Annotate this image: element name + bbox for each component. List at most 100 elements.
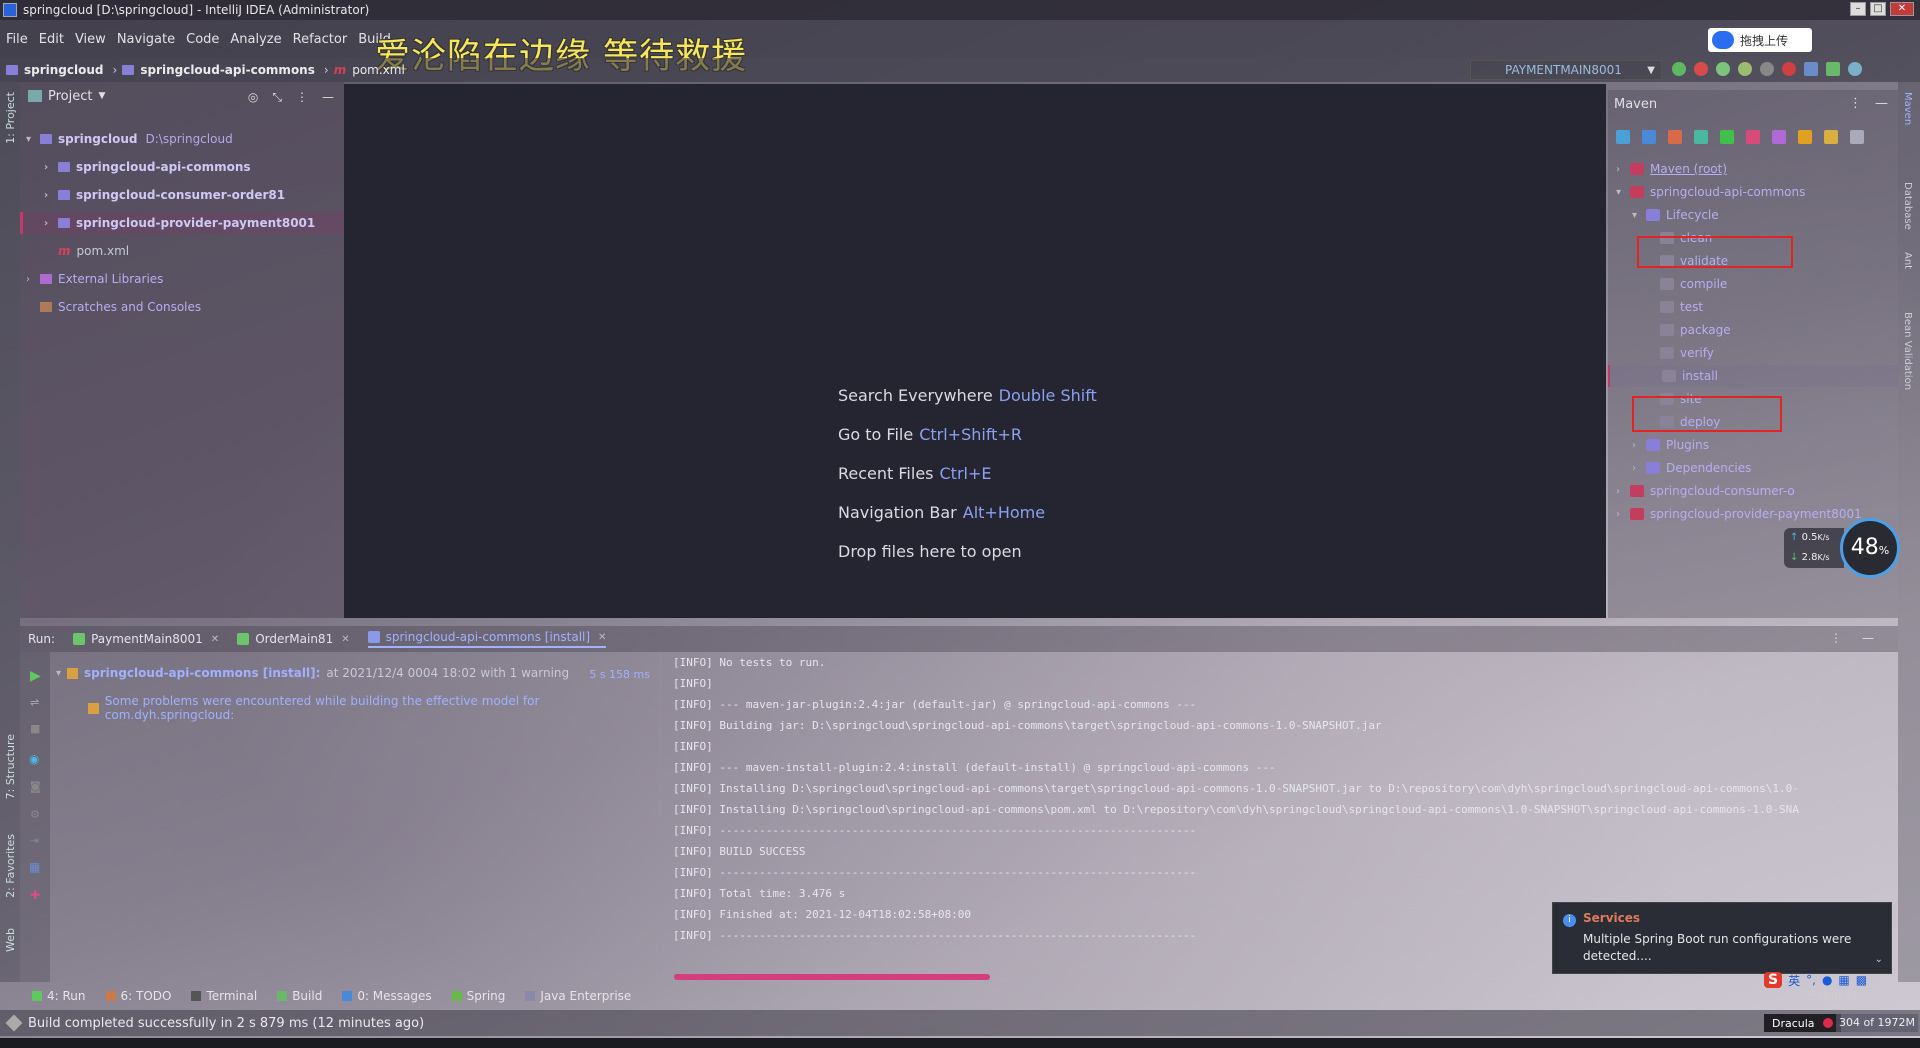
maven-module-api-commons[interactable]: ▾ springcloud-api-commons	[1616, 181, 1805, 203]
maven-root[interactable]: › Maven (root)	[1616, 158, 1727, 180]
run-config-select[interactable]: PAYMENTMAIN8001 ▼	[1470, 60, 1662, 80]
console-horizontal-scrollbar[interactable]	[674, 974, 990, 980]
tool-tab-messages[interactable]: 0: Messages	[342, 989, 432, 1003]
menu-navigate[interactable]: Navigate	[117, 32, 175, 47]
run-tab-payment[interactable]: PaymentMain8001 ✕	[73, 632, 219, 646]
maven-lifecycle[interactable]: ▾ Lifecycle	[1632, 204, 1719, 226]
maven-goal-install[interactable]: install	[1608, 365, 1898, 387]
project-structure-icon[interactable]	[1826, 62, 1840, 76]
chevron-down-icon[interactable]: ⌄	[1875, 954, 1883, 965]
layout-icon[interactable]: ▦	[29, 860, 40, 874]
minimize-button[interactable]: –	[1850, 2, 1866, 16]
diagram-icon[interactable]	[1824, 130, 1838, 144]
run-tab-install[interactable]: springcloud-api-commons [install] ✕	[367, 630, 607, 648]
structure-tool-tab[interactable]: 7: Structure	[4, 734, 17, 799]
theme-indicator[interactable]: Dracula	[1764, 1014, 1841, 1032]
stop-icon[interactable]: ■	[30, 722, 40, 735]
run-goal-icon[interactable]	[1720, 130, 1734, 144]
maven-goal-test[interactable]: test	[1660, 296, 1703, 318]
build-summary-row[interactable]: ▾ springcloud-api-commons [install]: at …	[56, 666, 569, 680]
tree-module-provider-payment8001[interactable]: › springcloud-provider-payment8001	[20, 212, 344, 234]
more-options-icon[interactable]: ⋮	[1830, 631, 1842, 645]
skip-tests-icon[interactable]	[1772, 130, 1786, 144]
camera-icon[interactable]: ◙	[30, 780, 41, 793]
tool-tab-todo[interactable]: 6: TODO	[105, 989, 171, 1003]
menu-refactor[interactable]: Refactor	[293, 32, 348, 47]
upload-button[interactable]: 拖拽上传	[1708, 28, 1812, 52]
tool-tab-run[interactable]: 4: Run	[32, 989, 86, 1003]
web-tool-tab[interactable]: Web	[4, 928, 17, 952]
maven-tool-tab[interactable]: Maven	[1902, 92, 1913, 125]
bean-validation-tool-tab[interactable]: Bean Validation	[1902, 312, 1913, 390]
tool-tab-event-log[interactable]: Event Log	[1808, 989, 1868, 1003]
maven-plugins[interactable]: › Plugins	[1632, 434, 1709, 456]
maven-dependencies[interactable]: › Dependencies	[1632, 457, 1751, 479]
close-tab-icon[interactable]: ✕	[211, 634, 219, 645]
ant-tool-tab[interactable]: Ant	[1902, 252, 1913, 269]
locate-icon[interactable]: ◎	[248, 90, 258, 105]
coverage-icon[interactable]	[1716, 62, 1730, 76]
editor-area[interactable]: Search Everywhere Double Shift Go to File…	[344, 84, 1606, 618]
menu-view[interactable]: View	[75, 32, 106, 47]
settings-icon[interactable]	[1850, 130, 1864, 144]
tree-module-consumer-order81[interactable]: › springcloud-consumer-order81	[44, 184, 285, 206]
menu-edit[interactable]: Edit	[39, 32, 64, 47]
exit-icon[interactable]: ⇥	[30, 834, 39, 847]
favorites-tool-tab[interactable]: 2: Favorites	[4, 834, 17, 898]
tool-tab-spring[interactable]: Spring	[451, 989, 505, 1003]
tree-root[interactable]: ▾ springcloud D:\springcloud	[26, 128, 233, 150]
hide-panel-icon[interactable]: —	[322, 90, 334, 105]
breadcrumb-project[interactable]: springcloud	[6, 63, 104, 77]
maven-goal-verify[interactable]: verify	[1660, 342, 1714, 364]
database-tool-tab[interactable]: Database	[1902, 182, 1913, 230]
menu-analyze[interactable]: Analyze	[230, 32, 281, 47]
add-project-icon[interactable]	[1694, 130, 1708, 144]
tree-pom-file[interactable]: m pom.xml	[58, 240, 129, 262]
toggle-view-icon[interactable]: ⇌	[30, 696, 39, 709]
download-icon[interactable]	[1668, 130, 1682, 144]
menu-file[interactable]: File	[6, 32, 28, 47]
toggle-offline-icon[interactable]	[1746, 130, 1760, 144]
layers-icon[interactable]	[5, 1014, 23, 1032]
breadcrumb-file[interactable]: m pom.xml	[334, 63, 405, 77]
search-icon[interactable]	[1848, 62, 1862, 76]
tree-external-libraries[interactable]: › External Libraries	[26, 268, 163, 290]
execute-icon[interactable]	[1798, 130, 1812, 144]
rerun-icon[interactable]: ▶	[30, 668, 41, 684]
run-tab-order[interactable]: OrderMain81 ✕	[237, 632, 350, 646]
memory-indicator[interactable]: 304 of 1972M	[1836, 1014, 1918, 1032]
rerun-icon[interactable]	[1672, 62, 1686, 76]
collapse-all-icon[interactable]: ⤡	[272, 90, 282, 105]
tool-tab-build[interactable]: Build	[277, 989, 322, 1003]
build-warning-row[interactable]: Some problems were encountered while bui…	[88, 694, 660, 722]
more-options-icon[interactable]: ⋮	[1849, 96, 1862, 111]
tool-tab-java-enterprise[interactable]: Java Enterprise	[525, 989, 631, 1003]
debug-icon[interactable]	[1694, 62, 1708, 76]
more-options-icon[interactable]: ⋮	[296, 90, 308, 105]
menu-code[interactable]: Code	[186, 32, 219, 47]
services-notification[interactable]: i Services Multiple Spring Boot run conf…	[1552, 902, 1892, 974]
tree-scratches[interactable]: Scratches and Consoles	[40, 296, 201, 318]
close-tab-icon[interactable]: ✕	[598, 632, 606, 643]
pin-icon[interactable]: ✚	[30, 888, 40, 902]
maven-goal-package[interactable]: package	[1660, 319, 1731, 341]
breadcrumb-module[interactable]: springcloud-api-commons	[122, 63, 315, 77]
project-tool-tab[interactable]: 1: Project	[4, 92, 17, 144]
reload-icon[interactable]	[1616, 130, 1630, 144]
profile-icon[interactable]	[1738, 62, 1752, 76]
settings-icon[interactable]: ⚙	[30, 808, 40, 821]
eye-icon[interactable]: ◉	[29, 752, 39, 766]
attach-icon[interactable]	[1760, 62, 1774, 76]
maven-goal-compile[interactable]: compile	[1660, 273, 1727, 295]
close-window-button[interactable]: ✕	[1890, 2, 1914, 16]
tool-tab-terminal[interactable]: Terminal	[191, 989, 257, 1003]
close-tab-icon[interactable]: ✕	[341, 634, 349, 645]
generate-sources-icon[interactable]	[1642, 130, 1656, 144]
maximize-button[interactable]: □	[1870, 2, 1886, 16]
stop-icon[interactable]	[1782, 62, 1796, 76]
tree-module-api-commons[interactable]: › springcloud-api-commons	[44, 156, 251, 178]
structure-icon[interactable]	[1804, 62, 1818, 76]
hide-panel-icon[interactable]: —	[1875, 96, 1888, 111]
hide-panel-icon[interactable]: —	[1862, 631, 1874, 645]
maven-module-consumer[interactable]: › springcloud-consumer-o	[1616, 480, 1795, 502]
